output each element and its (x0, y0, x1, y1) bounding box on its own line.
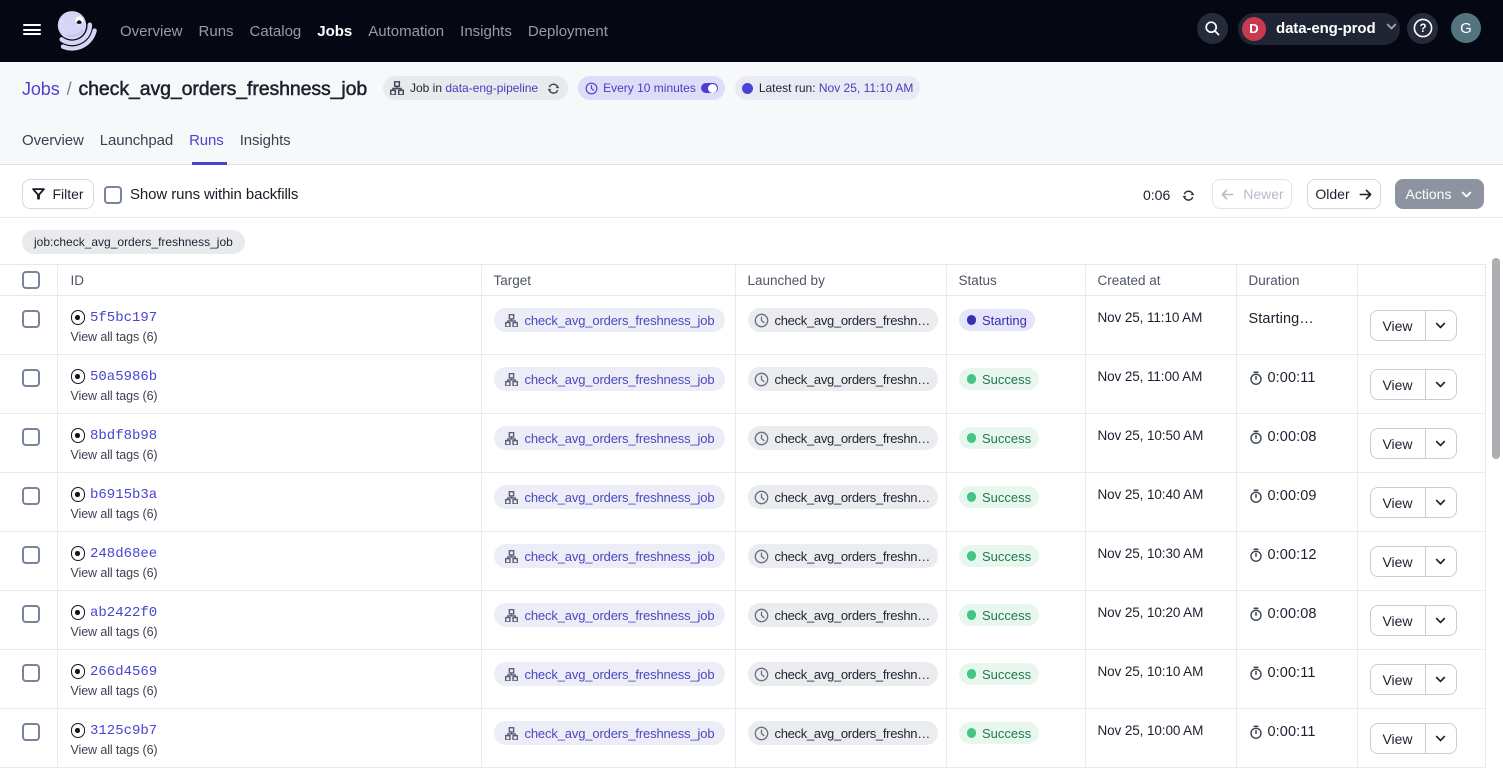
svg-text:?: ? (1419, 23, 1426, 35)
